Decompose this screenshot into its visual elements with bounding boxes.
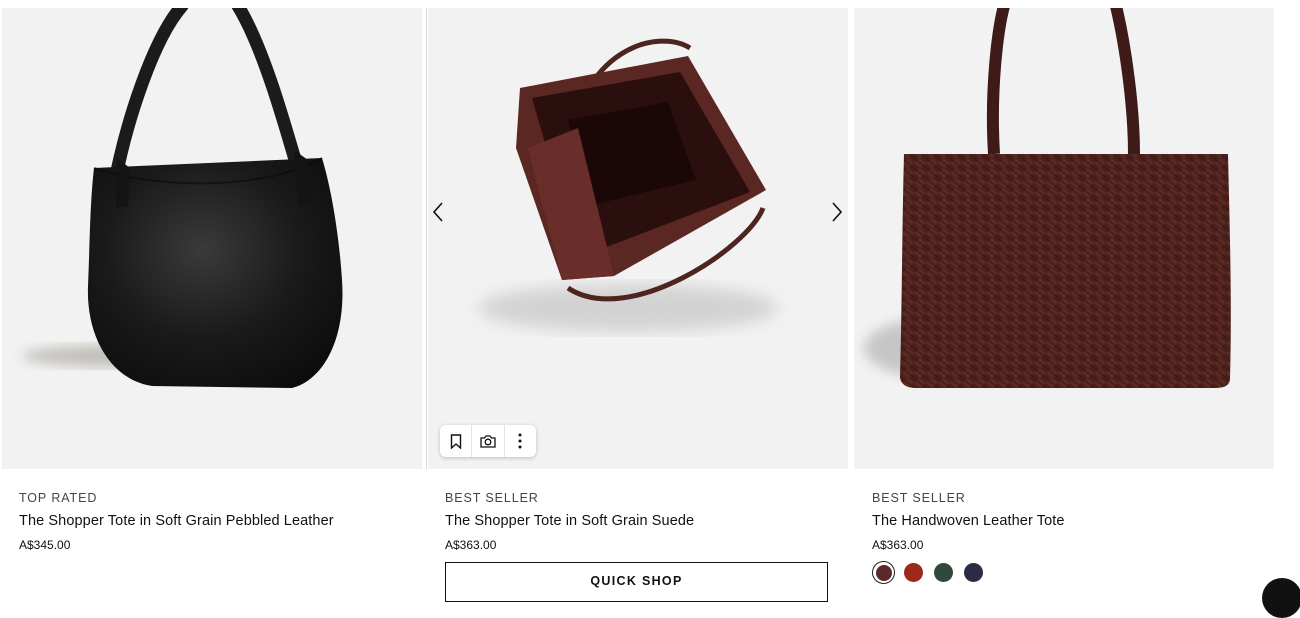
more-options-button[interactable] bbox=[505, 425, 536, 457]
more-vertical-icon bbox=[518, 433, 522, 449]
quick-shop-button[interactable]: QUICK SHOP bbox=[445, 562, 828, 602]
suede-tote-image bbox=[478, 38, 778, 332]
product-price: A$345.00 bbox=[19, 538, 71, 552]
bookmark-icon bbox=[450, 433, 461, 449]
carousel-next-button[interactable] bbox=[826, 199, 848, 225]
visual-search-button[interactable] bbox=[472, 425, 503, 457]
card-divider bbox=[426, 8, 427, 469]
swatch-green[interactable] bbox=[932, 561, 955, 584]
product-name[interactable]: The Shopper Tote in Soft Grain Suede bbox=[445, 513, 694, 529]
product-price: A$363.00 bbox=[872, 538, 924, 552]
product-name[interactable]: The Handwoven Leather Tote bbox=[872, 513, 1065, 529]
product-price: A$363.00 bbox=[445, 538, 497, 552]
bookmark-button[interactable] bbox=[440, 425, 471, 457]
woven-tote-image bbox=[864, 8, 1231, 388]
product-badge: BEST SELLER bbox=[872, 491, 966, 505]
product-badge: BEST SELLER bbox=[445, 491, 539, 505]
chat-icon[interactable] bbox=[1262, 578, 1300, 618]
product-image-1[interactable] bbox=[2, 8, 422, 469]
swatch-navy[interactable] bbox=[962, 561, 985, 584]
chevron-right-icon bbox=[832, 202, 842, 222]
swatch-burgundy[interactable] bbox=[872, 561, 895, 584]
product-image-2[interactable] bbox=[428, 8, 848, 469]
product-image-3[interactable] bbox=[854, 8, 1274, 469]
product-badge: TOP RATED bbox=[19, 491, 98, 505]
swatch-red[interactable] bbox=[902, 561, 925, 584]
chevron-left-icon bbox=[433, 202, 443, 222]
carousel-prev-button[interactable] bbox=[427, 199, 449, 225]
black-leather-tote-image bbox=[22, 8, 343, 388]
camera-icon bbox=[480, 435, 496, 448]
image-action-toolbar bbox=[440, 425, 536, 457]
color-swatches bbox=[872, 561, 985, 584]
product-name[interactable]: The Shopper Tote in Soft Grain Pebbled L… bbox=[19, 513, 334, 529]
